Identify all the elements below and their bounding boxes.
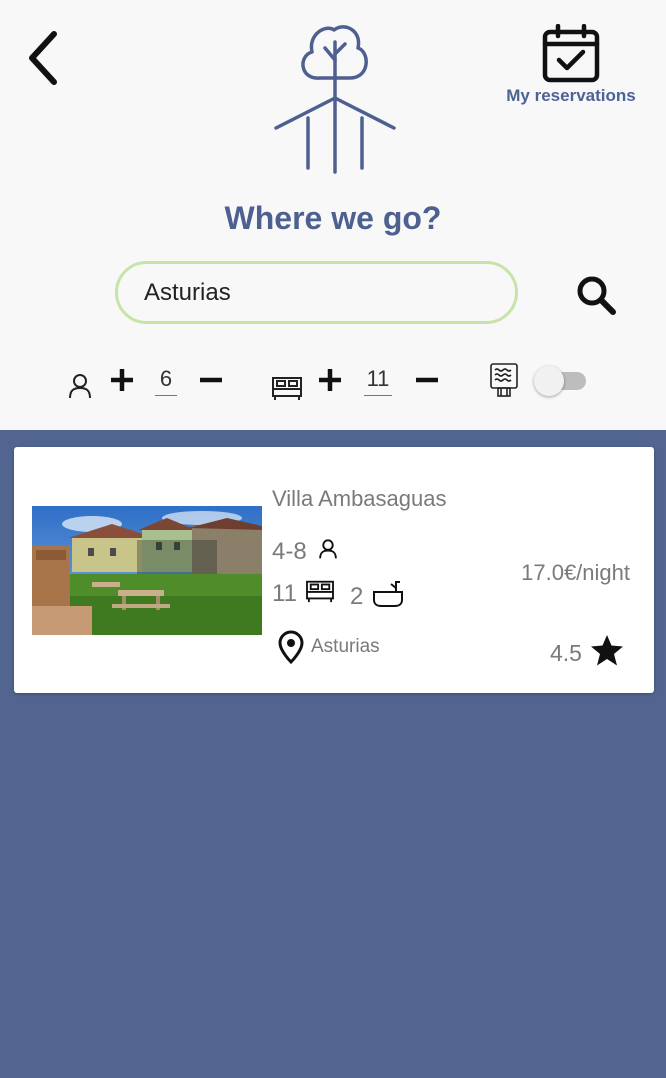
magnifier-icon <box>577 276 616 315</box>
plus-icon <box>111 369 133 391</box>
extra-filter-icon-wrap <box>488 362 520 403</box>
guests-decrease-button[interactable] <box>196 365 226 395</box>
minus-icon <box>416 377 438 383</box>
beds-decrease-button[interactable] <box>412 365 442 395</box>
price-per-night: 17.0€/night <box>521 560 630 585</box>
my-reservations-button[interactable]: My reservations <box>500 24 642 114</box>
search-header: My reservations Where we go? 6 <box>0 0 666 430</box>
map-pin-icon <box>278 630 304 664</box>
plus-icon <box>319 369 341 391</box>
property-image <box>32 506 262 635</box>
guests-range-value: 4-8 <box>272 538 307 565</box>
app-logo <box>270 20 400 178</box>
beds-increase-button[interactable] <box>315 365 345 395</box>
search-field[interactable] <box>115 261 518 324</box>
bath-count-value: 2 <box>350 583 364 610</box>
toggle-knob <box>534 366 564 396</box>
bed-count-value: 11 <box>272 580 297 607</box>
extra-filter-toggle[interactable] <box>534 366 588 396</box>
property-rating: 4.5 <box>550 634 624 667</box>
my-reservations-label: My reservations <box>506 86 636 105</box>
beds-icon-wrap <box>271 374 303 407</box>
document-icon <box>490 363 518 397</box>
star-icon <box>591 635 624 666</box>
minus-icon <box>200 377 222 383</box>
property-location: Asturias <box>311 636 380 657</box>
person-icon <box>319 539 338 559</box>
result-card[interactable]: Villa Ambasaguas 4-8 11 2 17.0€/night As… <box>14 447 654 693</box>
bath-count: 2 <box>350 578 404 611</box>
page-title: Where we go? <box>224 200 442 236</box>
search-button[interactable] <box>574 273 618 317</box>
bed-icon <box>305 580 334 603</box>
rating-value: 4.5 <box>550 640 582 666</box>
guests-icon-wrap <box>66 372 94 405</box>
bed-count: 11 <box>272 578 336 608</box>
guests-increase-button[interactable] <box>107 365 137 395</box>
guests-count[interactable]: 6 <box>155 366 177 396</box>
beds-count[interactable]: 11 <box>364 366 392 396</box>
person-icon <box>69 374 91 399</box>
chevron-left-icon <box>29 31 57 85</box>
guests-range: 4-8 <box>272 538 339 566</box>
calendar-check-icon <box>542 24 600 83</box>
back-button[interactable] <box>22 28 66 88</box>
property-photo <box>32 506 262 635</box>
bathtub-icon <box>373 581 404 607</box>
property-name: Villa Ambasaguas <box>272 486 447 511</box>
search-input[interactable] <box>144 278 489 307</box>
tree-icon <box>274 25 396 174</box>
bed-icon <box>272 377 302 400</box>
